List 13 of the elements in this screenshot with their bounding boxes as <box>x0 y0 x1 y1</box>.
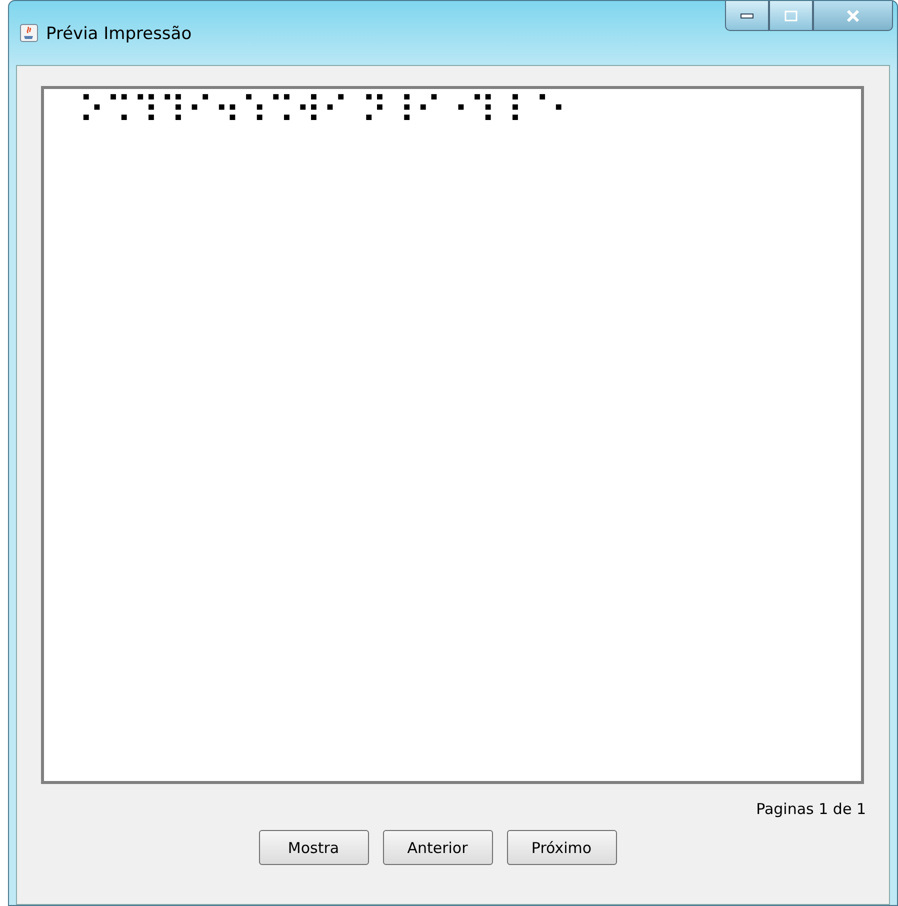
minimize-icon <box>740 12 754 18</box>
maximize-icon <box>784 10 798 22</box>
nav-button[interactable]: Anterior <box>382 830 492 865</box>
maximize-button[interactable] <box>769 1 813 31</box>
window-title: Prévia Impressão <box>46 24 192 44</box>
close-icon <box>845 8 861 22</box>
minimize-button[interactable] <box>725 1 769 31</box>
braille-text: ⠕⠩⠹⠹⠊⠲⠱⠩⠺⠊ ⠝⠸⠊⠐⠹⠸⠈⠂ <box>78 91 579 132</box>
nav-button[interactable]: Próximo <box>506 830 616 865</box>
cup-icon <box>20 24 38 42</box>
page-indicator: Paginas 1 de 1 <box>756 800 866 818</box>
nav-button[interactable]: Mostra <box>258 830 368 865</box>
close-button[interactable] <box>813 1 893 31</box>
